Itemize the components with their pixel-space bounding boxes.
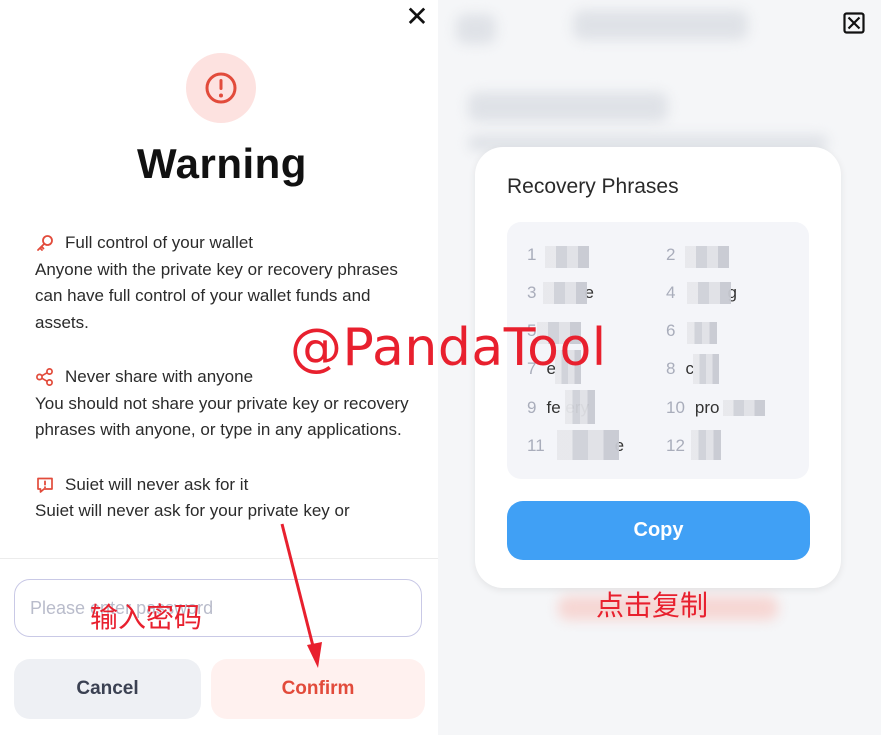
share-icon: [36, 368, 53, 387]
warning-icon: [186, 53, 256, 123]
copy-button[interactable]: Copy: [507, 501, 810, 560]
warning-item-heading: Never share with anyone: [65, 367, 254, 386]
close-icon[interactable]: ✕: [404, 3, 430, 31]
redaction-mosaic: [687, 322, 717, 344]
enter-password-note: 输入密码: [90, 601, 203, 634]
blurred-header: [573, 10, 748, 40]
phrase-word-8: 8c: [666, 359, 694, 378]
phrase-word-10: 10 pro: [666, 398, 720, 417]
redaction-mosaic: [685, 246, 729, 268]
click-copy-note: 点击复制: [596, 589, 709, 622]
blurred-back-button: [456, 14, 496, 44]
warning-item-heading: Full control of your wallet: [65, 233, 254, 252]
phrase-word-6: 6: [666, 321, 676, 340]
close-box-icon[interactable]: [843, 12, 865, 34]
redaction-mosaic: [545, 246, 589, 268]
alert-message-icon: [37, 477, 53, 493]
modal-title: Recovery Phrases: [507, 175, 679, 198]
redaction-mosaic: [557, 430, 619, 460]
warning-item-body: Suiet will never ask for your private ke…: [35, 501, 350, 520]
warning-item-never-ask: Suiet will never ask for it Suiet will n…: [35, 472, 415, 525]
phrase-word-1: 1: [527, 245, 537, 264]
redaction-mosaic: [693, 354, 719, 384]
warning-item-body: You should not share your private key or…: [35, 393, 409, 440]
redaction-mosaic: [687, 282, 731, 304]
blurred-section-title: [468, 92, 668, 122]
redaction-mosaic: [543, 282, 587, 304]
password-input[interactable]: [14, 579, 422, 637]
confirm-button[interactable]: Confirm: [211, 659, 425, 719]
warning-item-heading: Suiet will never ask for it: [65, 474, 249, 494]
warning-content[interactable]: Full control of your wallet Anyone with …: [35, 230, 415, 556]
redaction-mosaic: [723, 400, 765, 416]
redaction-mosaic: [565, 390, 595, 424]
cancel-button[interactable]: Cancel: [14, 659, 201, 719]
phrase-word-2: 2: [666, 245, 676, 264]
watermark-text: @PandaTool: [290, 318, 607, 378]
redaction-mosaic: [691, 430, 721, 460]
key-icon: [37, 235, 53, 252]
footer-divider: [0, 558, 438, 559]
warning-title: Warning: [137, 140, 307, 187]
